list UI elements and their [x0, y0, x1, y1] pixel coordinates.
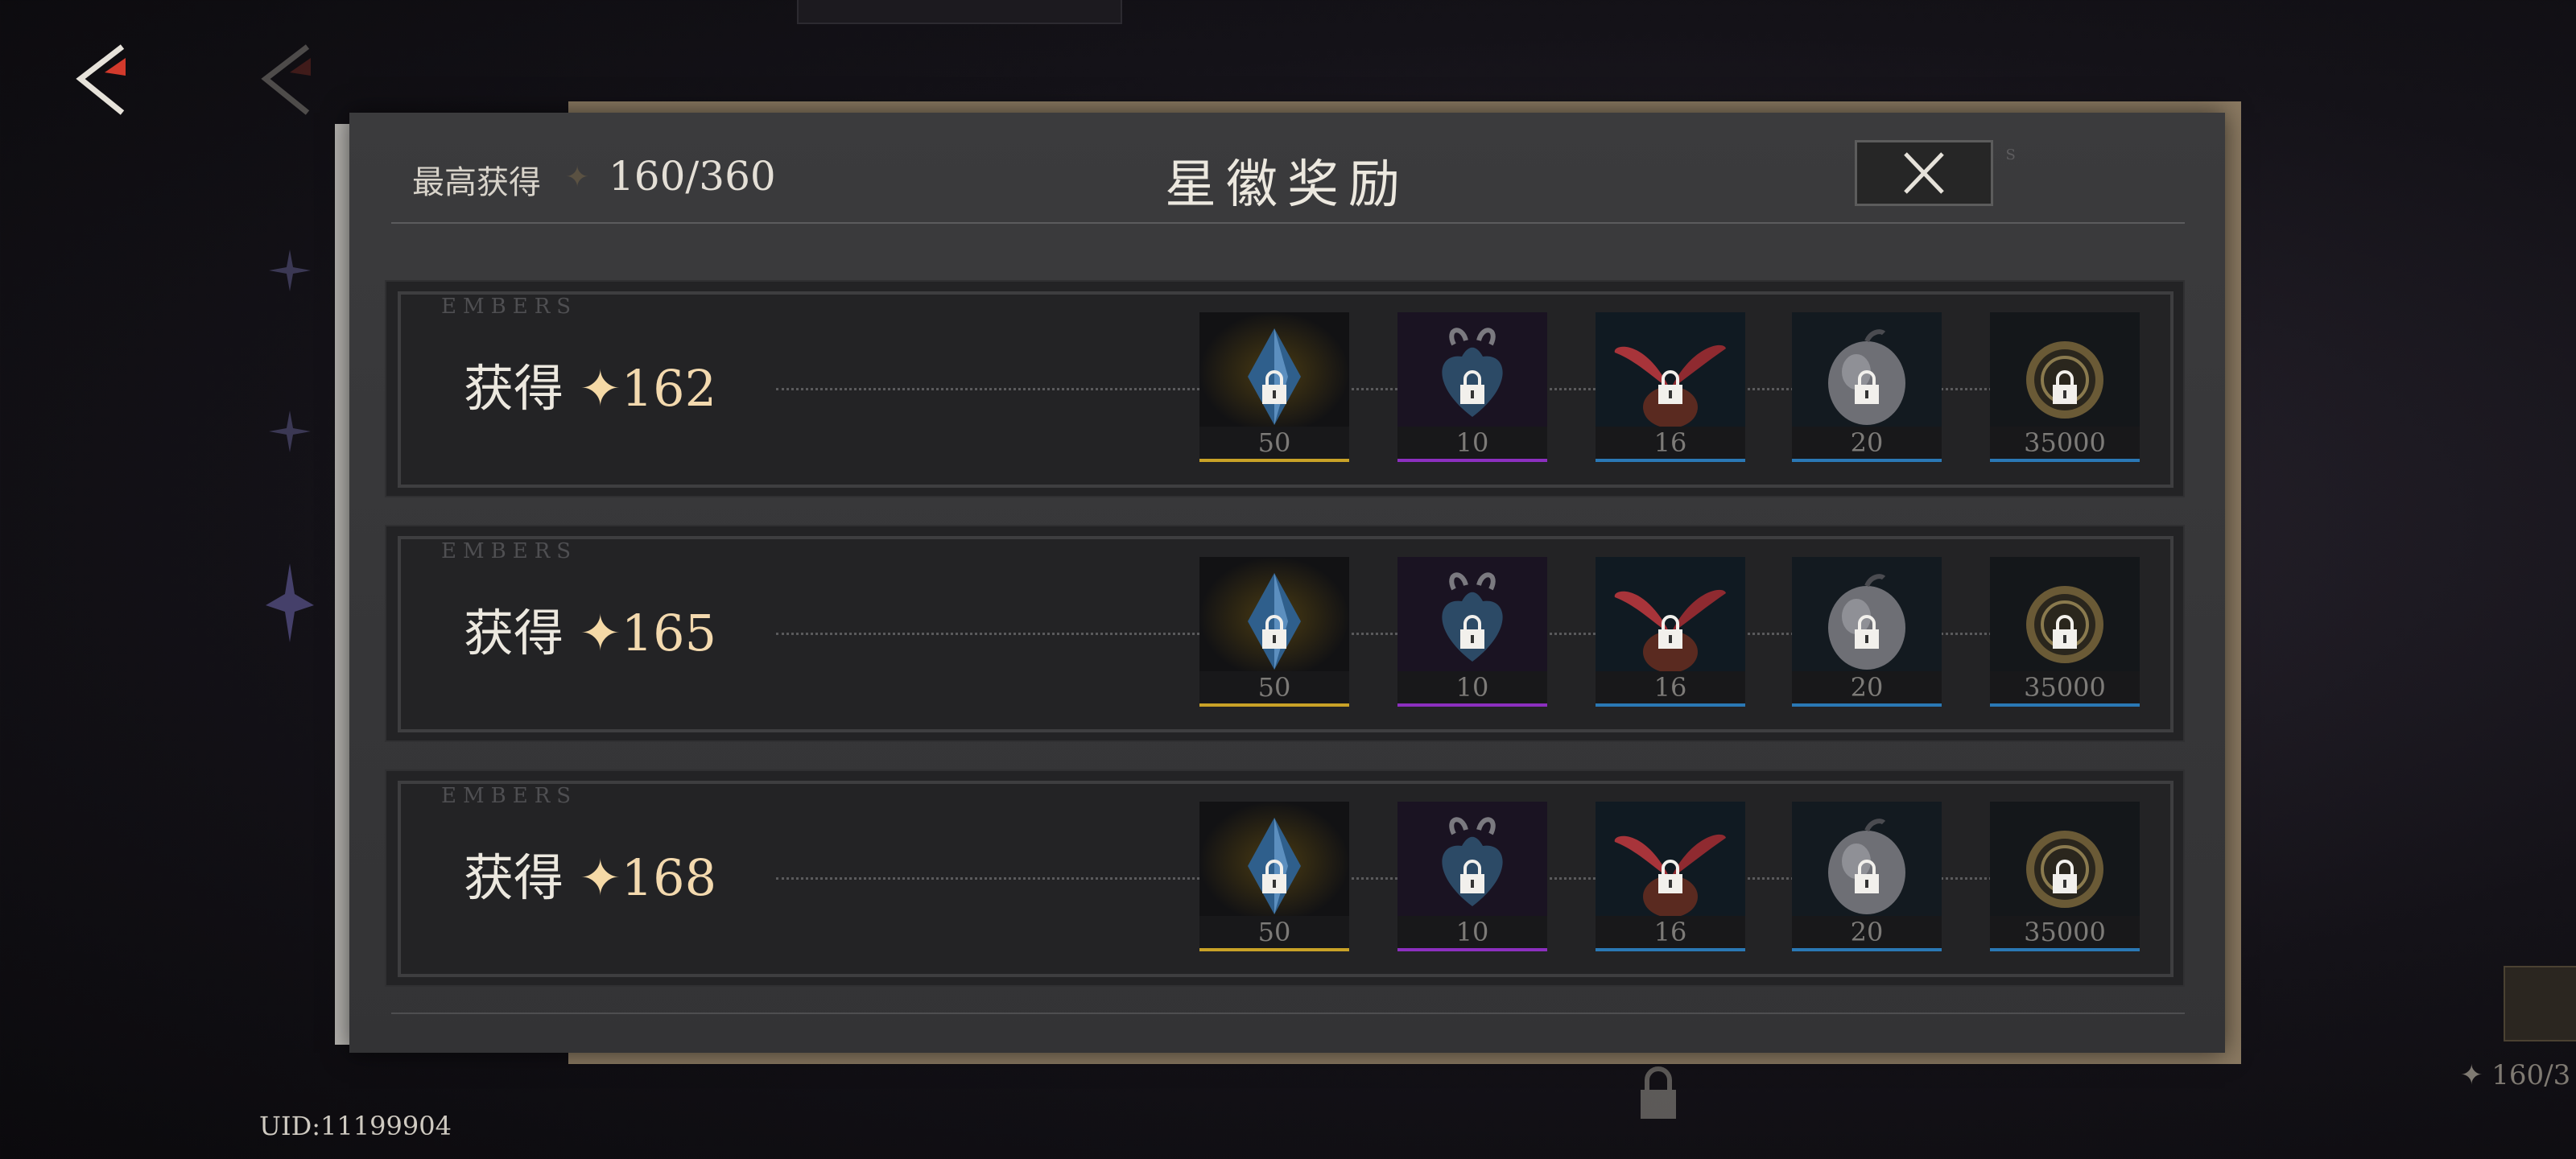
lock-icon	[1855, 370, 1879, 404]
row-watermark: EMBERS	[441, 295, 578, 319]
reward-item[interactable]: 16	[1596, 557, 1745, 707]
rarity-bar	[1596, 703, 1745, 707]
star-icon: ✦	[579, 604, 621, 662]
star-icon: ✦	[579, 359, 621, 418]
reward-item[interactable]: 10	[1397, 312, 1547, 462]
item-quantity: 50	[1199, 427, 1349, 459]
item-quantity: 20	[1792, 427, 1942, 459]
lock-icon	[1658, 370, 1682, 404]
bottom-lock-icon	[1641, 1066, 1676, 1119]
reward-row: EMBERS 获得 ✦162 50 10 16 20 35000	[385, 280, 2185, 497]
star-icon: ✦	[579, 848, 621, 907]
rarity-bar	[1792, 703, 1942, 707]
item-quantity: 16	[1596, 916, 1745, 948]
item-quantity: 20	[1792, 671, 1942, 703]
lock-icon	[1262, 860, 1286, 893]
footer-divider	[391, 1013, 2185, 1014]
lock-icon	[1460, 615, 1484, 649]
star-reward-panel: 最高获得 ✦ 160/360 星徽奖励 EMBERS EMBERS获得 ✦162…	[349, 113, 2225, 1053]
home-button[interactable]	[258, 40, 322, 121]
item-quantity: 10	[1397, 916, 1547, 948]
reward-item[interactable]: 50	[1199, 802, 1349, 951]
close-button[interactable]	[1855, 140, 1993, 206]
header-divider	[391, 222, 2185, 224]
lock-icon	[1855, 860, 1879, 893]
reward-item[interactable]: 20	[1792, 802, 1942, 951]
reward-row: EMBERS 获得 ✦168 50 10 16 20 35000	[385, 769, 2185, 987]
row-watermark: EMBERS	[441, 539, 578, 563]
threshold-value: 165	[621, 604, 717, 662]
back-arrow-icon	[76, 44, 126, 115]
reward-item[interactable]: 16	[1596, 312, 1745, 462]
row-threshold-label: 获得 ✦162	[464, 348, 716, 420]
rarity-bar	[1596, 459, 1745, 462]
gain-text: 获得	[464, 359, 564, 418]
reward-item[interactable]: 10	[1397, 802, 1547, 951]
back-button[interactable]	[72, 40, 137, 121]
gain-text: 获得	[464, 848, 564, 907]
lock-icon	[1658, 860, 1682, 893]
gain-text: 获得	[464, 604, 564, 662]
item-quantity: 50	[1199, 671, 1349, 703]
reward-item[interactable]: 20	[1792, 557, 1942, 707]
side-star-count: ✦ 160/3	[2460, 1059, 2571, 1091]
rarity-bar	[1792, 948, 1942, 951]
rarity-bar	[1397, 948, 1547, 951]
reward-row: EMBERS 获得 ✦165 50 10 16 20 35000	[385, 525, 2185, 742]
item-quantity: 35000	[1990, 916, 2140, 948]
rarity-bar	[1199, 459, 1349, 462]
item-quantity: 20	[1792, 916, 1942, 948]
lock-icon	[1855, 615, 1879, 649]
reward-item[interactable]: 20	[1792, 312, 1942, 462]
reward-item[interactable]: 50	[1199, 312, 1349, 462]
rarity-bar	[1990, 948, 2140, 951]
lock-icon	[1460, 860, 1484, 893]
row-threshold-label: 获得 ✦165	[464, 592, 716, 665]
row-watermark: EMBERS	[441, 784, 578, 808]
reward-item[interactable]: 16	[1596, 802, 1745, 951]
threshold-value: 168	[621, 848, 717, 907]
rarity-bar	[1596, 948, 1745, 951]
reward-item[interactable]: 50	[1199, 557, 1349, 707]
item-quantity: 35000	[1990, 671, 2140, 703]
lock-icon	[2053, 370, 2077, 404]
item-quantity: 16	[1596, 671, 1745, 703]
item-quantity: 35000	[1990, 427, 2140, 459]
side-sparkle-icons	[266, 250, 314, 642]
rarity-bar	[1792, 459, 1942, 462]
lock-icon	[2053, 615, 2077, 649]
lock-icon	[2053, 860, 2077, 893]
rarity-bar	[1199, 703, 1349, 707]
reward-item[interactable]: 35000	[1990, 557, 2140, 707]
reward-item[interactable]: 35000	[1990, 312, 2140, 462]
reward-item[interactable]: 35000	[1990, 802, 2140, 951]
item-quantity: 10	[1397, 427, 1547, 459]
item-quantity: 50	[1199, 916, 1349, 948]
row-threshold-label: 获得 ✦168	[464, 837, 716, 909]
close-icon	[1904, 152, 1944, 194]
rarity-bar	[1397, 703, 1547, 707]
uid-label: UID:11199904	[259, 1111, 452, 1141]
reward-chest-icon[interactable]	[2504, 966, 2576, 1041]
reward-item[interactable]: 10	[1397, 557, 1547, 707]
home-arrow-icon	[261, 44, 311, 115]
item-quantity: 16	[1596, 427, 1745, 459]
rarity-bar	[1990, 703, 2140, 707]
lock-icon	[1460, 370, 1484, 404]
item-quantity: 10	[1397, 671, 1547, 703]
rarity-bar	[1397, 459, 1547, 462]
rarity-bar	[1199, 948, 1349, 951]
lock-icon	[1262, 615, 1286, 649]
lock-icon	[1658, 615, 1682, 649]
lock-icon	[1262, 370, 1286, 404]
top-ghost-bar	[797, 0, 1122, 24]
threshold-value: 162	[621, 359, 717, 418]
rarity-bar	[1990, 459, 2140, 462]
